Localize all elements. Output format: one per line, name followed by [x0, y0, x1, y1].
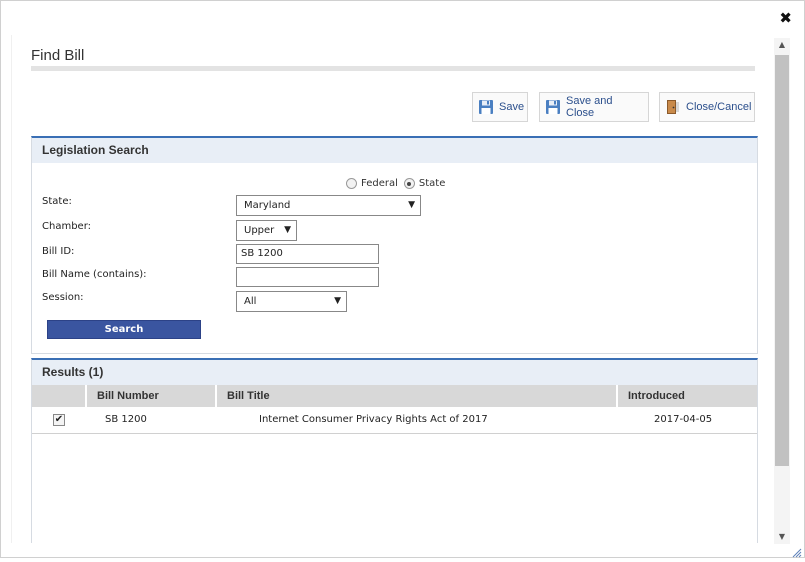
door-exit-icon: [665, 99, 681, 115]
bill-id-input[interactable]: SB 1200: [236, 244, 379, 264]
floppy-disk-icon: [545, 99, 561, 115]
session-select-value: All: [244, 296, 257, 307]
legislation-search-header: Legislation Search: [32, 138, 757, 163]
title-divider: [31, 66, 755, 71]
chamber-select-value: Upper: [244, 225, 275, 236]
federal-radio-label: Federal: [361, 178, 398, 189]
bill-title-cell: Internet Consumer Privacy Rights Act of …: [259, 414, 488, 425]
state-select[interactable]: Maryland ▼: [236, 195, 421, 216]
state-radio[interactable]: [403, 178, 415, 189]
floppy-disk-icon: [478, 99, 494, 115]
scrollbar-thumb[interactable]: [775, 55, 789, 466]
results-panel: Results (1) Bill Number Bill Title Intro…: [31, 358, 758, 543]
bill-id-label: Bill ID:: [42, 246, 75, 257]
save-and-close-button[interactable]: Save and Close: [539, 92, 649, 122]
close-icon[interactable]: ✖: [779, 9, 792, 27]
chamber-select[interactable]: Upper ▼: [236, 220, 297, 241]
legislation-search-panel: Legislation Search Federal State State: …: [31, 136, 758, 354]
select-column-header: [32, 385, 87, 407]
find-bill-dialog: ✖ Find Bill Save Save and Close Close/Ca…: [0, 0, 805, 558]
results-header: Results (1): [32, 360, 757, 385]
chamber-label: Chamber:: [42, 221, 91, 232]
save-button-label: Save: [499, 101, 525, 113]
state-select-value: Maryland: [244, 200, 291, 211]
caret-down-icon: ▼: [334, 296, 341, 306]
scroll-down-icon[interactable]: ▼: [774, 530, 790, 544]
column-header-introduced[interactable]: Introduced: [618, 385, 757, 407]
scroll-up-icon[interactable]: ▲: [774, 38, 790, 52]
row-checkbox[interactable]: ✔: [53, 414, 65, 426]
search-button[interactable]: Search: [47, 320, 201, 339]
caret-down-icon: ▼: [408, 200, 415, 210]
table-row[interactable]: ✔ SB 1200 Internet Consumer Privacy Righ…: [32, 407, 757, 434]
state-label: State:: [42, 196, 72, 207]
results-grid-header: Bill Number Bill Title Introduced: [32, 385, 757, 407]
save-button[interactable]: Save: [472, 92, 528, 122]
bill-name-input[interactable]: [236, 267, 379, 287]
column-header-bill-title[interactable]: Bill Title: [217, 385, 618, 407]
save-and-close-label: Save and Close: [566, 95, 613, 119]
resize-grip-icon[interactable]: [790, 543, 802, 558]
federal-radio[interactable]: [346, 178, 357, 189]
close-cancel-label: Close/Cancel: [686, 101, 752, 113]
bill-number-cell: SB 1200: [105, 414, 147, 425]
session-label: Session:: [42, 292, 84, 303]
introduced-cell: 2017-04-05: [654, 414, 713, 425]
page-title: Find Bill: [31, 47, 85, 64]
caret-down-icon: ▼: [284, 225, 291, 235]
close-cancel-button[interactable]: Close/Cancel: [659, 92, 755, 122]
vertical-scrollbar[interactable]: ▲ ▼: [774, 38, 790, 544]
column-header-bill-number[interactable]: Bill Number: [87, 385, 217, 407]
bill-name-label: Bill Name (contains):: [42, 269, 147, 280]
scope-radio-group: Federal State: [346, 178, 451, 189]
state-radio-label: State: [418, 178, 446, 189]
session-select[interactable]: All ▼: [236, 291, 347, 312]
dialog-content: Find Bill Save Save and Close Close/Canc…: [11, 35, 774, 543]
